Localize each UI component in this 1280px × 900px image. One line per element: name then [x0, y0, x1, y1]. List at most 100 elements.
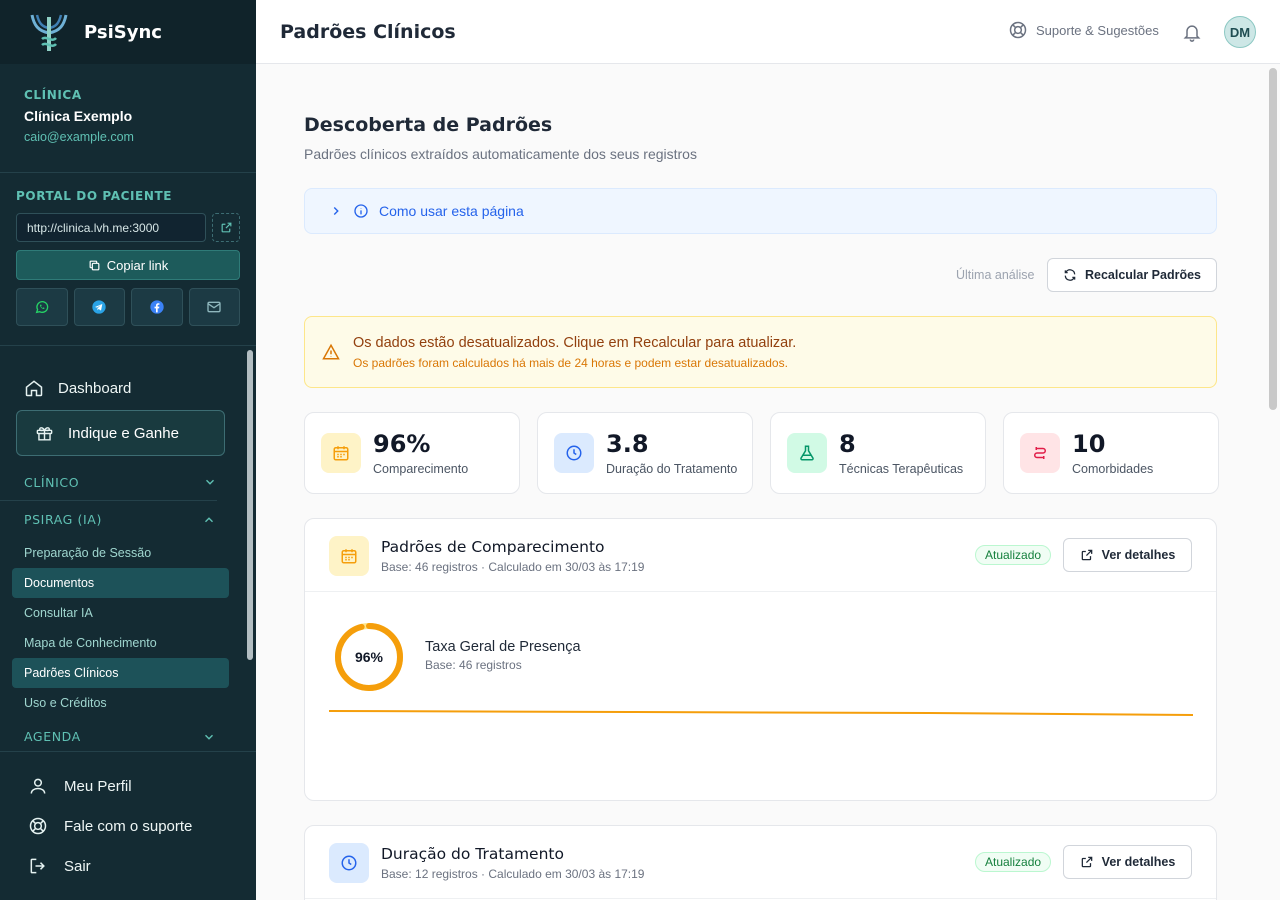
share-whatsapp-button[interactable]	[16, 288, 68, 326]
view-details-button[interactable]: Ver detalhes	[1063, 538, 1192, 572]
sidebar-item-uso[interactable]: Uso e Créditos	[0, 688, 256, 718]
external-link-icon	[1081, 856, 1092, 868]
external-link-icon	[1081, 549, 1092, 561]
treatment-duration-card: Duração do Tratamento Base: 12 registros…	[304, 825, 1217, 900]
nav-group-label: PSIRAG (IA)	[24, 512, 102, 527]
open-portal-button[interactable]	[212, 213, 240, 242]
how-to-use-accordion[interactable]: Como usar esta página	[304, 188, 1217, 234]
section-title: Descoberta de Padrões	[304, 114, 553, 136]
stat-card-attendance: 96% Comparecimento	[304, 412, 520, 494]
view-details-button[interactable]: Ver detalhes	[1063, 845, 1192, 879]
sidebar-item-documentos[interactable]: Documentos	[12, 568, 229, 598]
sidebar-item-consultar-ia[interactable]: Consultar IA	[0, 598, 256, 628]
sidebar-scrollbar[interactable]	[247, 350, 253, 660]
support-suggestions-link[interactable]: Suporte & Sugestões	[1008, 20, 1159, 40]
telegram-icon	[92, 300, 106, 314]
external-link-icon	[221, 222, 231, 233]
sidebar-item-label: Sair	[64, 857, 91, 875]
psi-logo-icon	[30, 14, 68, 51]
sidebar-item-label: Indique e Ganhe	[68, 424, 179, 442]
attendance-patterns-card: Padrões de Comparecimento Base: 46 regis…	[304, 518, 1217, 801]
support-label: Suporte & Sugestões	[1036, 22, 1159, 38]
card-header: Padrões de Comparecimento Base: 46 regis…	[305, 519, 1216, 592]
sidebar-item-logout[interactable]: Sair	[0, 846, 256, 886]
sidebar-footer: Meu Perfil Fale com o suporte Sair	[0, 751, 256, 900]
card-title: Padrões de Comparecimento	[381, 538, 605, 556]
sidebar-item-indique[interactable]: Indique e Ganhe	[16, 410, 225, 456]
bell-icon[interactable]	[1182, 21, 1202, 43]
avatar[interactable]: DM	[1224, 16, 1256, 48]
share-telegram-button[interactable]	[73, 288, 125, 326]
warning-description: Os padrões foram calculados há mais de 2…	[353, 356, 788, 370]
copy-link-button[interactable]: Copiar link	[16, 250, 240, 280]
logout-icon	[30, 858, 45, 874]
sidebar-item-support[interactable]: Fale com o suporte	[0, 806, 256, 846]
brand[interactable]: PsiSync	[0, 0, 256, 64]
sidebar-item-profile[interactable]: Meu Perfil	[0, 766, 256, 806]
portal-label: PORTAL DO PACIENTE	[16, 189, 173, 203]
lifebuoy-icon	[1009, 21, 1027, 39]
sidebar-item-label: Dashboard	[58, 379, 132, 397]
warning-title: Os dados estão desatualizados. Clique em…	[353, 335, 797, 351]
how-to-use-label: Como usar esta página	[379, 203, 524, 219]
main-scrollbar[interactable]	[1269, 68, 1277, 410]
sidebar-item-mapa[interactable]: Mapa de Conhecimento	[0, 628, 256, 658]
stat-value: 3.8	[606, 430, 649, 458]
stat-label: Duração do Tratamento	[606, 462, 738, 476]
card-meta: Base: 46 registros · Calculado em 30/03 …	[381, 560, 645, 574]
card-header: Duração do Tratamento Base: 12 registros…	[305, 826, 1216, 899]
stat-card-techniques: 8 Técnicas Terapêuticas	[770, 412, 986, 494]
clock-icon	[554, 433, 594, 473]
clinic-label: CLÍNICA	[24, 88, 82, 102]
attendance-trend-line	[329, 710, 1193, 716]
rate-title: Taxa Geral de Presença	[425, 639, 581, 655]
stat-label: Comparecimento	[373, 462, 469, 476]
copy-icon	[89, 260, 100, 270]
refresh-icon	[1064, 269, 1076, 281]
stat-value: 10	[1072, 430, 1106, 458]
mail-icon	[207, 301, 221, 313]
info-icon	[354, 204, 368, 218]
chevron-down-icon	[205, 734, 213, 740]
nav-group-agenda[interactable]: AGENDA	[0, 718, 256, 751]
stat-card-duration: 3.8 Duração do Tratamento	[537, 412, 753, 494]
app-name: PsiSync	[84, 21, 162, 43]
stat-label: Comorbidades	[1072, 462, 1154, 476]
share-facebook-button[interactable]	[131, 288, 183, 326]
whatsapp-icon	[35, 301, 49, 314]
card-title: Duração do Tratamento	[381, 845, 564, 863]
view-details-label: Ver detalhes	[1101, 855, 1176, 869]
nav-group-psirag[interactable]: PSIRAG (IA)	[0, 501, 256, 538]
stat-card-comorbidities: 10 Comorbidades	[1003, 412, 1219, 494]
recalculate-label: Recalcular Padrões	[1084, 268, 1202, 282]
sidebar: PsiSync CLÍNICA Clínica Exemplo caio@exa…	[0, 0, 256, 900]
view-details-label: Ver detalhes	[1101, 548, 1176, 562]
flask-icon	[787, 433, 827, 473]
portal-url-input[interactable]	[16, 213, 206, 242]
sidebar-nav: Dashboard Indique e Ganhe CLÍNICO PSIRAG…	[0, 346, 256, 751]
stat-value: 96%	[373, 430, 431, 458]
chevron-down-icon	[206, 479, 214, 485]
patient-portal: PORTAL DO PACIENTE Copiar link	[0, 173, 256, 346]
nav-group-clinico[interactable]: CLÍNICO	[0, 464, 217, 501]
last-analysis-label: Última análise	[956, 268, 1035, 282]
calendar-icon	[329, 536, 369, 576]
nav-group-label: CLÍNICO	[24, 474, 80, 490]
rate-base: Base: 46 registros	[425, 658, 522, 672]
user-icon	[30, 778, 46, 794]
sidebar-item-padroes[interactable]: Padrões Clínicos	[12, 658, 229, 688]
calendar-icon	[321, 433, 361, 473]
sidebar-item-preparacao[interactable]: Preparação de Sessão	[0, 538, 256, 568]
clinic-email: caio@example.com	[24, 130, 134, 144]
status-badge: Atualizado	[975, 545, 1052, 565]
lifebuoy-icon	[29, 817, 47, 835]
share-email-button[interactable]	[188, 288, 240, 326]
stat-value: 8	[839, 430, 856, 458]
link-icon	[1020, 433, 1060, 473]
attendance-rate-value: 96%	[354, 649, 384, 665]
page-title: Padrões Clínicos	[280, 20, 456, 43]
sidebar-item-dashboard[interactable]: Dashboard	[0, 368, 256, 408]
stat-label: Técnicas Terapêuticas	[839, 462, 964, 476]
recalculate-button[interactable]: Recalcular Padrões	[1047, 258, 1217, 292]
top-header: Padrões Clínicos Suporte & Sugestões DM	[256, 0, 1280, 64]
